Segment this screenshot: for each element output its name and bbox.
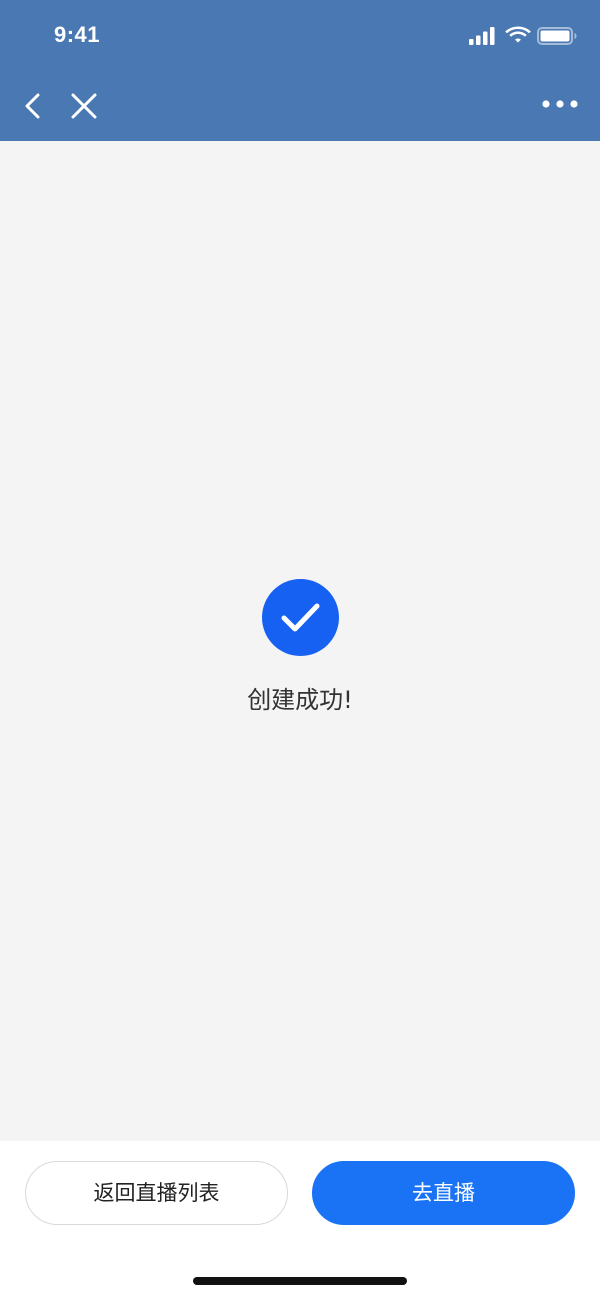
app-header: 9:41	[0, 0, 600, 141]
navigation-bar	[0, 78, 600, 141]
cellular-signal-icon	[469, 27, 495, 45]
result-content: 创建成功!	[0, 141, 600, 1141]
action-footer: 返回直播列表 去直播	[0, 1141, 600, 1299]
close-button[interactable]	[66, 88, 102, 124]
status-bar: 9:41	[0, 0, 600, 78]
wifi-icon	[505, 26, 531, 43]
status-time: 9:41	[54, 22, 101, 47]
success-message: 创建成功!	[247, 686, 353, 714]
more-options-button[interactable]	[538, 94, 582, 114]
back-button[interactable]	[18, 86, 50, 126]
go-live-button[interactable]: 去直播	[312, 1161, 575, 1225]
back-to-live-list-button[interactable]: 返回直播列表	[25, 1161, 288, 1225]
home-indicator[interactable]	[193, 1277, 407, 1285]
check-circle-icon	[262, 579, 339, 656]
battery-icon	[537, 27, 577, 45]
